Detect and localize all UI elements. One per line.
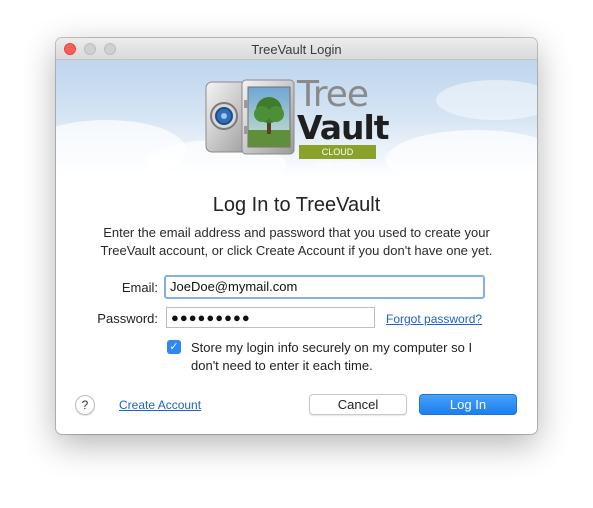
help-button[interactable]: ? <box>75 395 95 415</box>
log-in-button[interactable]: Log In <box>419 394 517 415</box>
treevault-logo-icon <box>204 78 296 156</box>
brand-tagline: CLOUD SERVICES <box>299 145 376 171</box>
create-account-link[interactable]: Create Account <box>119 398 201 412</box>
remember-login-checkbox[interactable]: ✓ <box>167 340 181 354</box>
email-label: Email: <box>121 280 158 295</box>
email-field-value: JoeDoe@mymail.com <box>170 279 298 294</box>
window-title: TreeVault Login <box>251 42 342 57</box>
checkmark-icon: ✓ <box>169 341 179 353</box>
password-field-value: ●●●●●●●●● <box>171 310 251 325</box>
instructions-text: Enter the email address and password tha… <box>100 225 493 258</box>
login-window: TreeVault Login Tree Vault CLOUD SERVICE… <box>56 38 537 434</box>
password-field[interactable]: ●●●●●●●●● <box>166 307 375 328</box>
title-bar: TreeVault Login <box>56 38 537 60</box>
cloud-shape <box>436 80 537 120</box>
brand-name-bottom: Vault <box>297 108 390 147</box>
forgot-password-link[interactable]: Forgot password? <box>386 312 482 326</box>
password-label: Password: <box>97 311 158 326</box>
email-field[interactable]: JoeDoe@mymail.com <box>164 275 485 299</box>
page-title: Log In to TreeVault <box>212 194 381 216</box>
cloud-shape <box>386 130 537 177</box>
remember-login-label: Store my login info securely on my compu… <box>191 340 473 373</box>
cancel-button[interactable]: Cancel <box>309 394 407 415</box>
header-banner: Tree Vault CLOUD SERVICES <box>56 60 537 177</box>
